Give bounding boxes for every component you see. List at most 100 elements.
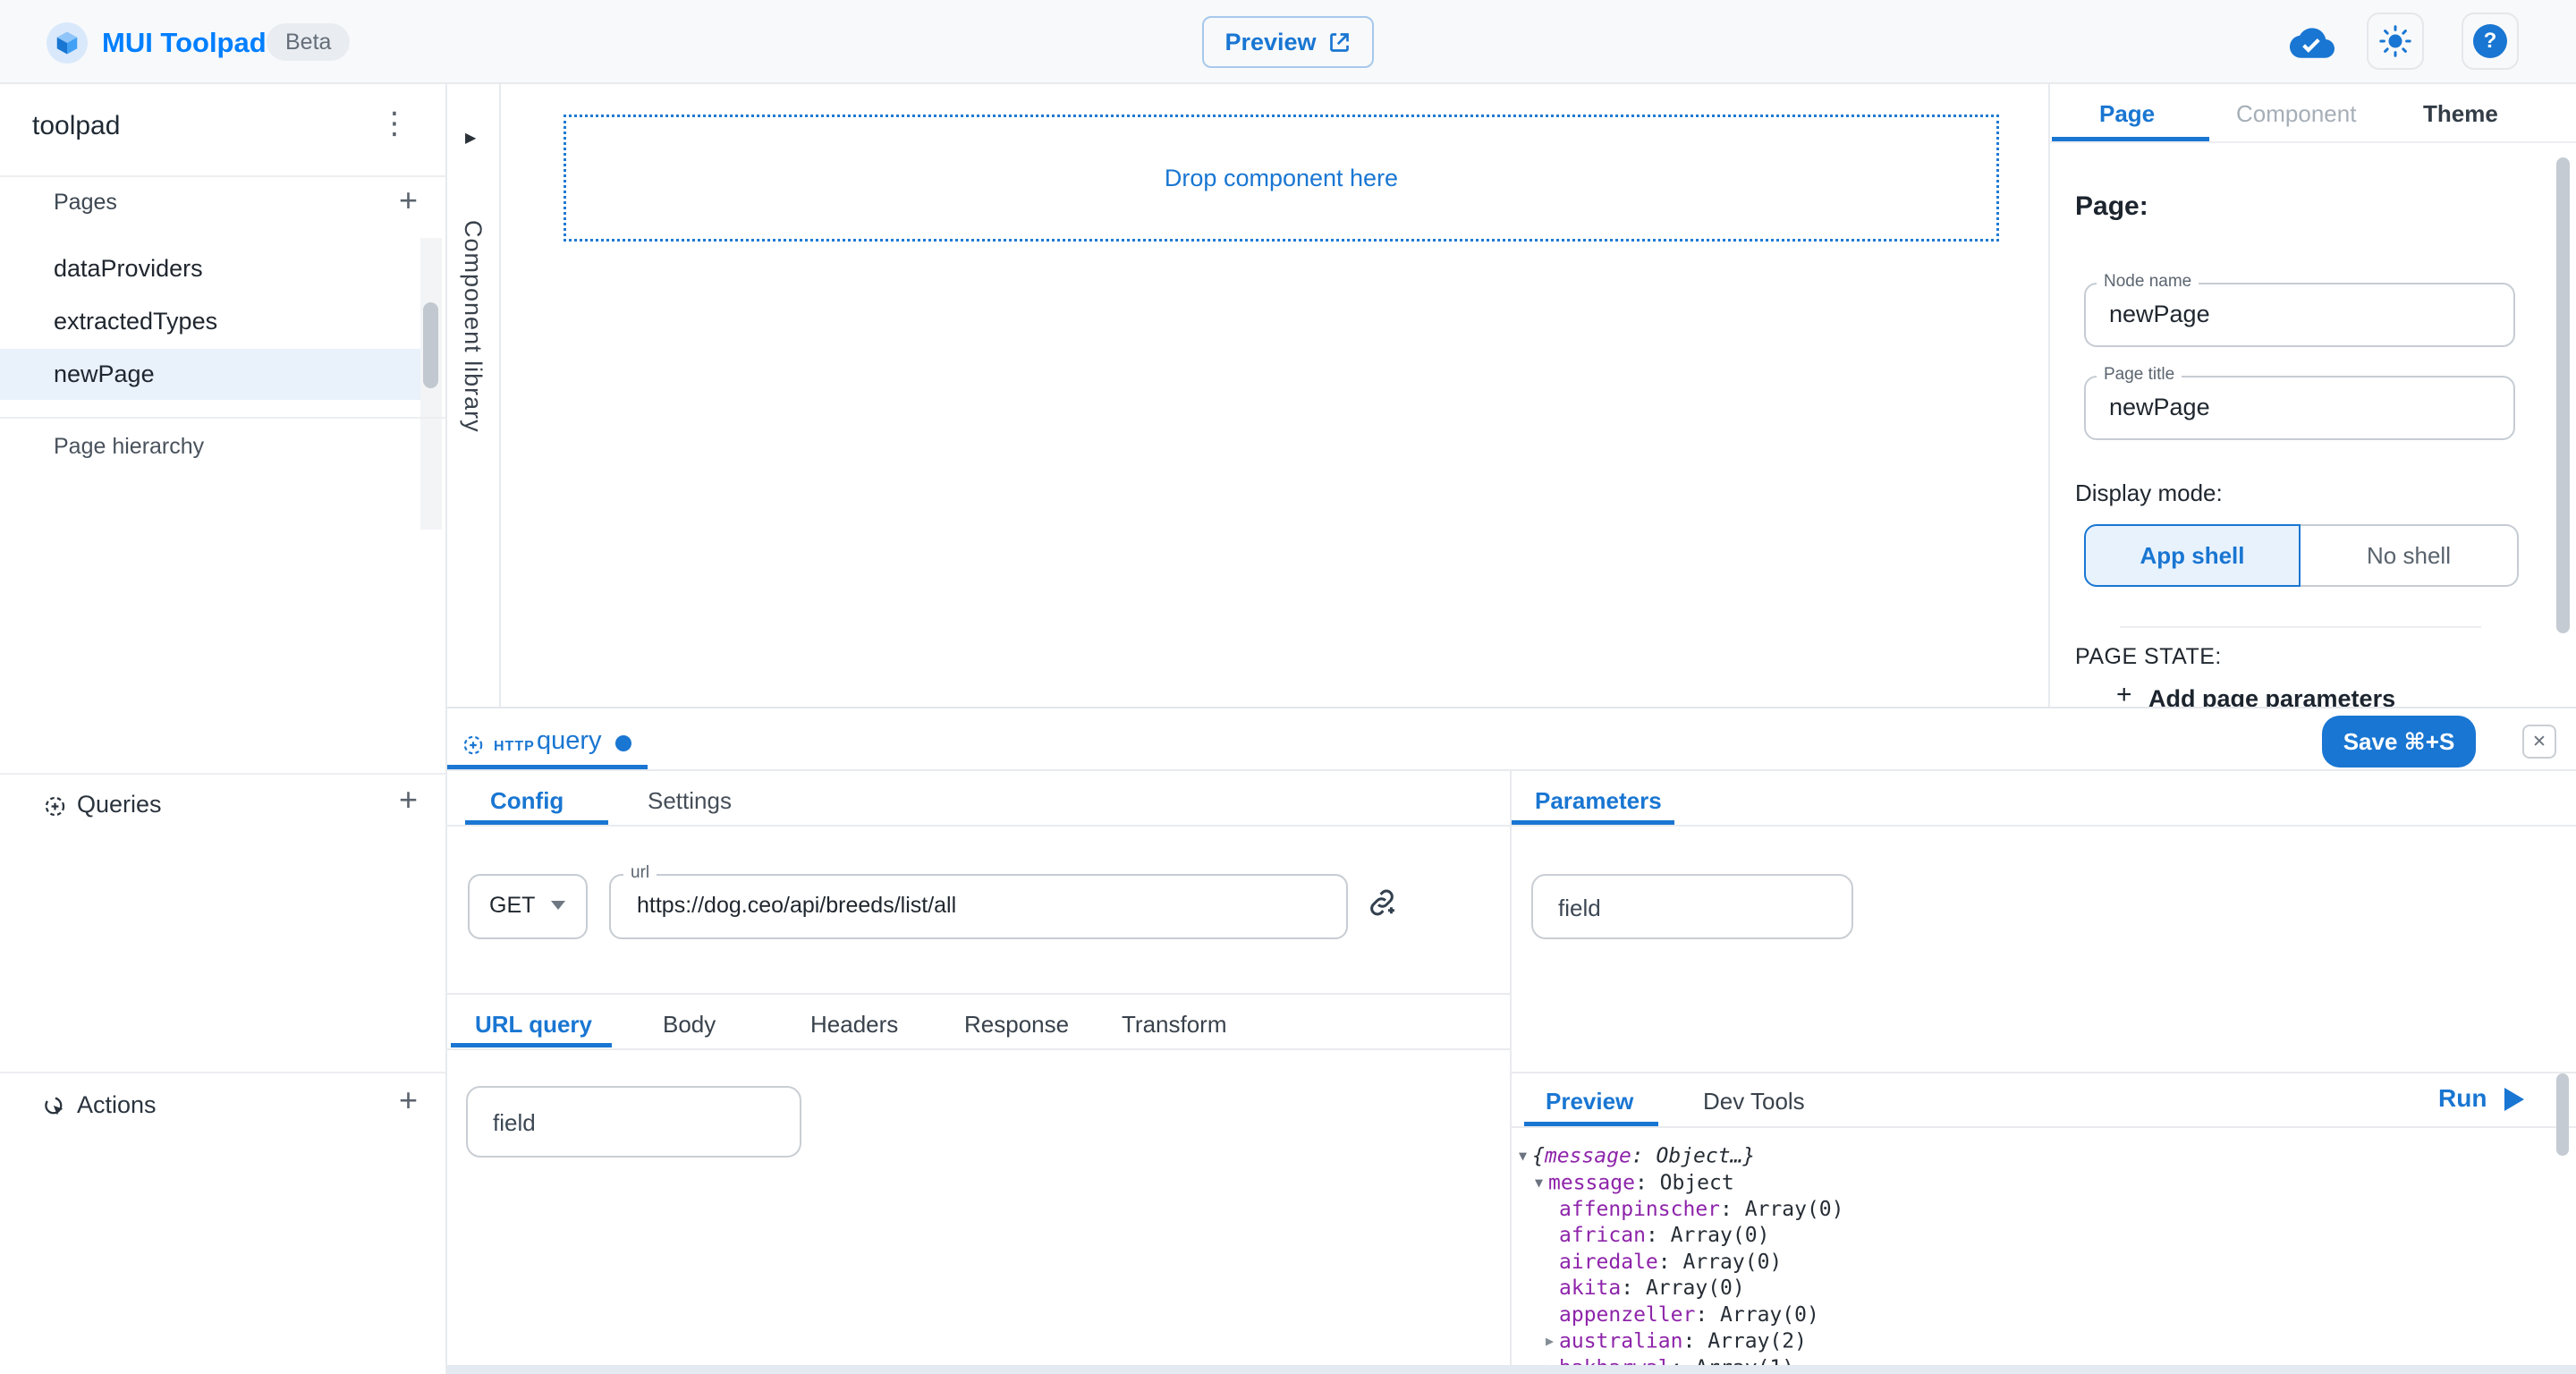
- help-button[interactable]: ?: [2462, 13, 2519, 70]
- close-panel-button[interactable]: ✕: [2522, 725, 2556, 759]
- expander-icon[interactable]: ▼: [1535, 1170, 1548, 1197]
- divider: [1512, 825, 2576, 827]
- tab-body[interactable]: Body: [663, 1011, 716, 1039]
- sun-icon: [2379, 25, 2411, 57]
- run-button[interactable]: Run: [2438, 1084, 2487, 1113]
- sidebar-item-extractedTypes[interactable]: extractedTypes: [0, 296, 420, 347]
- tab-response[interactable]: Response: [964, 1011, 1069, 1039]
- actions-icon: [43, 1095, 67, 1124]
- queries-section-label: Queries: [77, 791, 162, 818]
- divider: [447, 769, 2576, 771]
- page-item-label: extractedTypes: [54, 308, 217, 335]
- display-mode-label: Display mode:: [2075, 479, 2223, 507]
- json-row[interactable]: african: Array(0): [1513, 1223, 2542, 1250]
- save-button[interactable]: Save ⌘+S: [2322, 716, 2476, 768]
- page-title-value: newPage: [2109, 394, 2210, 421]
- horizontal-scrollbar-track[interactable]: [447, 1365, 2576, 1374]
- toolpad-logo-icon: [47, 22, 88, 64]
- logo-cube-icon: [54, 30, 80, 56]
- tab-page[interactable]: Page: [2099, 100, 2155, 128]
- divider: [1512, 1072, 2576, 1073]
- json-row[interactable]: akita: Array(0): [1513, 1276, 2542, 1302]
- open-in-new-icon: [1327, 30, 1352, 55]
- component-library-panel[interactable]: ▶ Component library: [447, 84, 501, 716]
- http-query-icon: [462, 734, 485, 761]
- preview-button-label: Preview: [1224, 29, 1316, 56]
- divider: [2120, 626, 2481, 628]
- sidebar-item-newPage-selected[interactable]: newPage: [0, 349, 420, 400]
- expander-icon[interactable]: ▶: [1546, 1328, 1559, 1355]
- json-row[interactable]: affenpinscher: Array(0): [1513, 1197, 2542, 1224]
- run-play-icon[interactable]: [2504, 1088, 2524, 1111]
- expander-icon[interactable]: ▶: [1546, 1355, 1559, 1365]
- node-name-label: Node name: [2097, 272, 2199, 292]
- project-menu-button[interactable]: ⋮: [379, 106, 410, 141]
- json-row[interactable]: ▼message: Object: [1513, 1170, 2542, 1197]
- cloud-sync-icon: [2290, 24, 2334, 64]
- expand-library-icon[interactable]: ▶: [465, 129, 476, 147]
- json-root-row[interactable]: ▼{message: Object…}: [1513, 1143, 2542, 1170]
- help-icon: ?: [2473, 24, 2507, 58]
- queries-icon: [43, 794, 67, 823]
- add-query-button[interactable]: +: [399, 784, 418, 816]
- explorer-sidebar: toolpad ⋮ Pages + dataProviders extracte…: [0, 84, 447, 1374]
- divider: [447, 825, 1510, 827]
- tab-headers[interactable]: Headers: [810, 1011, 898, 1039]
- divider: [1512, 1126, 2576, 1128]
- divider: [2050, 141, 2576, 143]
- sidebar-item-dataProviders[interactable]: dataProviders: [0, 243, 420, 294]
- canvas-drop-zone[interactable]: Drop component here: [564, 114, 1999, 242]
- tab-parameters[interactable]: Parameters: [1535, 787, 1662, 815]
- actions-section-label: Actions: [77, 1091, 157, 1119]
- json-row[interactable]: airedale: Array(0): [1513, 1250, 2542, 1276]
- add-page-parameters-icon[interactable]: +: [2116, 682, 2132, 708]
- expander-icon[interactable]: ▼: [1519, 1143, 1532, 1170]
- project-name: toolpad: [32, 111, 120, 141]
- tab-settings[interactable]: Settings: [648, 787, 732, 815]
- app-title: MUI Toolpad: [102, 27, 267, 59]
- inspector-panel: Page Component Theme Page: Node name new…: [2048, 84, 2576, 716]
- tab-theme[interactable]: Theme: [2423, 100, 2498, 128]
- component-library-label: Component library: [459, 220, 487, 433]
- page-heading: Page:: [2075, 191, 2148, 222]
- save-button-label: Save ⌘+S: [2343, 728, 2455, 756]
- divider: [447, 1048, 1510, 1050]
- bind-link-icon[interactable]: [1365, 886, 1399, 924]
- json-result-tree: ▼{message: Object…} ▼message: Object aff…: [1513, 1136, 2542, 1365]
- add-page-button[interactable]: +: [399, 184, 418, 216]
- top-header: MUI Toolpad Beta Preview: [0, 0, 2576, 84]
- tab-config[interactable]: Config: [490, 787, 564, 815]
- theme-toggle-button[interactable]: [2367, 13, 2424, 70]
- pages-section-label: Pages: [54, 190, 117, 216]
- url-query-field-input[interactable]: field: [466, 1086, 801, 1158]
- tab-preview[interactable]: Preview: [1546, 1088, 1633, 1115]
- add-action-button[interactable]: +: [399, 1084, 418, 1116]
- parameters-field-input[interactable]: field: [1531, 874, 1853, 939]
- pages-scrollbar-thumb[interactable]: [423, 302, 438, 388]
- tab-transform[interactable]: Transform: [1122, 1011, 1227, 1039]
- tab-url-query[interactable]: URL query: [475, 1011, 592, 1039]
- divider: [0, 773, 445, 775]
- page-item-label: dataProviders: [54, 255, 203, 283]
- url-query-field-placeholder: field: [493, 1109, 800, 1137]
- inspector-scrollbar-thumb[interactable]: [2556, 157, 2570, 633]
- url-field-value: https://dog.ceo/api/breeds/list/all: [637, 893, 956, 919]
- divider: [1510, 769, 1512, 1365]
- json-row[interactable]: ▶bakharwal: Array(1): [1513, 1355, 2542, 1365]
- divider: [0, 175, 445, 177]
- beta-badge: Beta: [267, 23, 350, 61]
- page-state-label: PAGE STATE:: [2075, 644, 2222, 670]
- no-shell-label: No shell: [2367, 542, 2451, 570]
- node-name-value: newPage: [2109, 301, 2210, 328]
- json-row[interactable]: appenzeller: Array(0): [1513, 1302, 2542, 1329]
- tab-dev-tools[interactable]: Dev Tools: [1703, 1088, 1805, 1115]
- display-mode-app-shell-selected[interactable]: App shell: [2084, 524, 2301, 587]
- tab-component[interactable]: Component: [2236, 100, 2356, 128]
- display-mode-no-shell[interactable]: No shell: [2301, 524, 2519, 587]
- query-tab[interactable]: query: [537, 726, 602, 756]
- divider: [0, 1072, 445, 1073]
- preview-button[interactable]: Preview: [1202, 16, 1374, 68]
- results-scrollbar-thumb[interactable]: [2556, 1073, 2569, 1156]
- divider: [447, 993, 1510, 995]
- json-row[interactable]: ▶australian: Array(2): [1513, 1328, 2542, 1355]
